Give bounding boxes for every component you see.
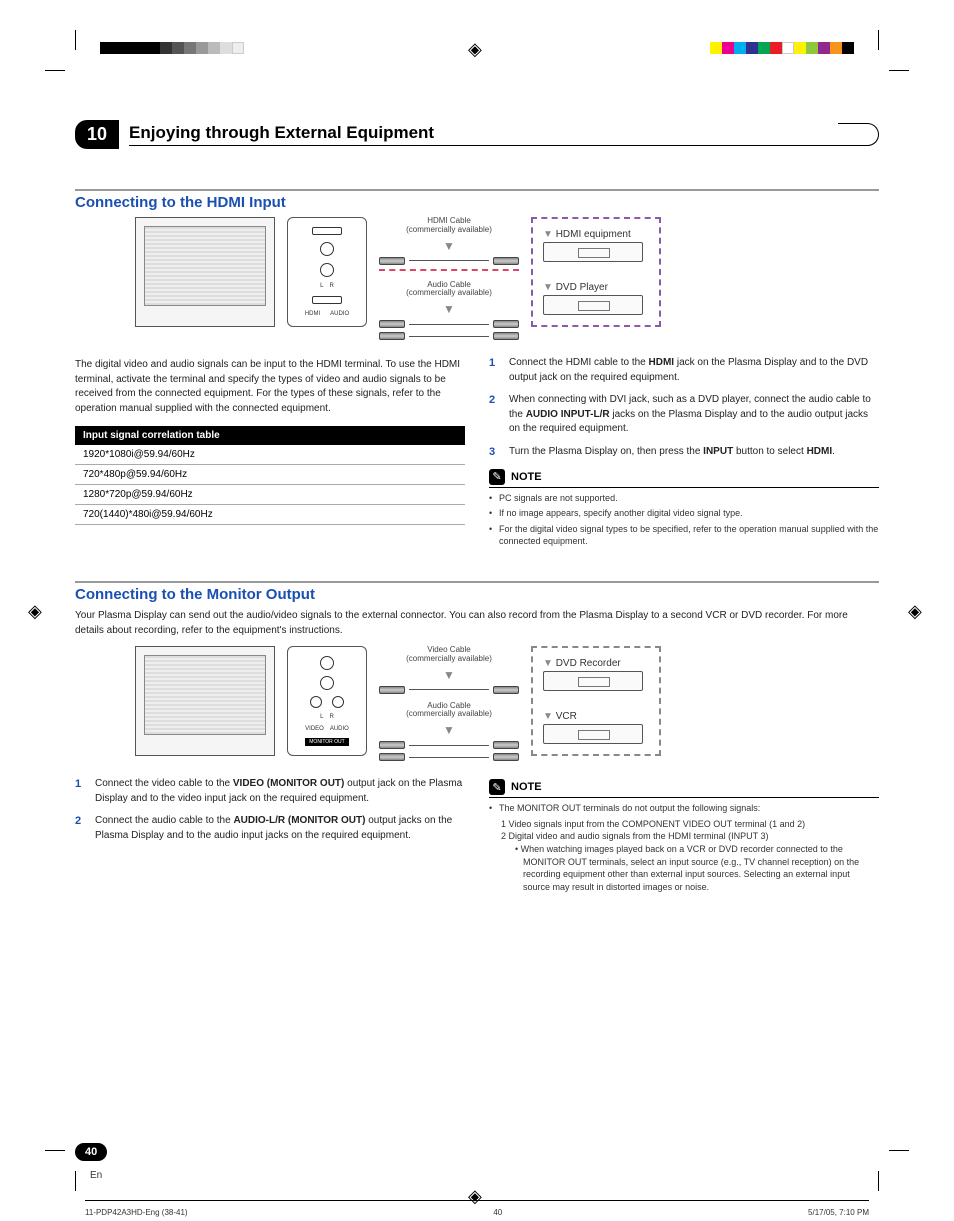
port-label-l: L	[320, 714, 323, 720]
chapter-number-badge: 10	[75, 120, 119, 149]
table-header: Input signal correlation table	[75, 426, 465, 445]
hdmi-steps-list: 1Connect the HDMI cable to the HDMI jack…	[489, 356, 879, 460]
note-rule	[489, 487, 879, 488]
cable-sublabel: (commercially available)	[406, 288, 492, 297]
crop-mark	[889, 1150, 909, 1151]
table-row: 1280*720p@59.94/60Hz	[75, 485, 465, 505]
cable-sublabel: (commercially available)	[406, 225, 492, 234]
device-label: VCR	[556, 711, 577, 722]
cable-label: HDMI Cable	[427, 216, 471, 225]
device-label: HDMI equipment	[556, 229, 631, 240]
port-label-audio: AUDIO	[330, 311, 349, 317]
note-item: PC signals are not supported.	[489, 492, 879, 505]
port-label-l: L	[320, 283, 323, 289]
step-item: 1Connect the HDMI cable to the HDMI jack…	[489, 356, 879, 385]
monitor-intro-paragraph: Your Plasma Display can send out the aud…	[75, 609, 879, 638]
section-heading-hdmi: Connecting to the HDMI Input	[75, 189, 879, 211]
step-item: 3Turn the Plasma Display on, then press …	[489, 445, 879, 461]
note-label: NOTE	[511, 471, 542, 483]
down-arrow-icon: ▼	[379, 723, 519, 737]
note-subitem: 1 Video signals input from the COMPONENT…	[489, 818, 879, 831]
table-row: 720(1440)*480i@59.94/60Hz	[75, 505, 465, 525]
device-label: DVD Player	[556, 282, 608, 293]
device-label: DVD Recorder	[556, 658, 621, 669]
step-item: 1Connect the video cable to the VIDEO (M…	[75, 777, 465, 806]
cable-label: Audio Cable	[427, 280, 471, 289]
port-label-video: VIDEO	[305, 726, 324, 732]
tv-rear-panel-illustration	[135, 217, 275, 327]
monitor-cable-column: Video Cable(commercially available) ▼ Au…	[379, 646, 519, 761]
cable-label: Audio Cable	[427, 701, 471, 710]
down-arrow-icon: ▼	[543, 229, 553, 240]
port-label-hdmi: HDMI	[305, 311, 320, 317]
monitor-note-list: The MONITOR OUT terminals do not output …	[489, 802, 879, 815]
cable-sublabel: (commercially available)	[406, 709, 492, 718]
step-number: 1	[75, 777, 87, 806]
down-arrow-icon: ▼	[379, 239, 519, 253]
note-item: For the digital video signal types to be…	[489, 523, 879, 548]
step-number: 2	[489, 393, 501, 437]
cable-sublabel: (commercially available)	[406, 654, 492, 663]
section-heading-monitor: Connecting to the Monitor Output	[75, 581, 879, 603]
note-header: ✎ NOTE	[489, 779, 879, 795]
hdmi-cable-column: HDMI Cable(commercially available) ▼ Aud…	[379, 217, 519, 340]
crop-mark	[45, 1150, 65, 1151]
cable-label: Video Cable	[427, 645, 470, 654]
signal-correlation-table: Input signal correlation table 1920*1080…	[75, 426, 465, 525]
step-number: 2	[75, 814, 87, 843]
monitor-devices-box: ▼ DVD Recorder ▼ VCR	[531, 646, 661, 756]
hdmi-devices-box: ▼ HDMI equipment ▼ DVD Player	[531, 217, 661, 327]
port-label-audio: AUDIO	[330, 726, 349, 732]
down-arrow-icon: ▼	[379, 668, 519, 682]
hdmi-intro-paragraph: The digital video and audio signals can …	[75, 358, 465, 416]
port-label-r: R	[330, 283, 334, 289]
hdmi-port-panel: L R HDMI AUDIO	[287, 217, 367, 327]
hdmi-diagram: L R HDMI AUDIO HDMI Cable(commercially a…	[135, 217, 879, 340]
note-label: NOTE	[511, 781, 542, 793]
registration-bottom-icon	[468, 1187, 486, 1205]
crop-mark	[878, 1171, 879, 1191]
monitor-steps-list: 1Connect the video cable to the VIDEO (M…	[75, 777, 465, 843]
page-number-badge: 40	[75, 1143, 107, 1161]
footer-page: 40	[493, 1208, 502, 1217]
hdmi-note-list: PC signals are not supported. If no imag…	[489, 492, 879, 548]
crop-mark	[75, 1171, 76, 1191]
down-arrow-icon: ▼	[543, 711, 553, 722]
footer-info: 11-PDP42A3HD-Eng (38-41) 40 5/17/05, 7:1…	[85, 1208, 869, 1217]
step-item: 2When connecting with DVI jack, such as …	[489, 393, 879, 437]
table-row: 720*480p@59.94/60Hz	[75, 465, 465, 485]
chapter-title: Enjoying through External Equipment	[129, 123, 879, 146]
note-rule	[489, 797, 879, 798]
port-label-r: R	[330, 714, 334, 720]
down-arrow-icon: ▼	[543, 282, 553, 293]
monitor-port-panel: L R VIDEO AUDIO MONITOR OUT	[287, 646, 367, 756]
note-header: ✎ NOTE	[489, 469, 879, 485]
footer-filename: 11-PDP42A3HD-Eng (38-41)	[85, 1208, 188, 1217]
pencil-icon: ✎	[489, 779, 505, 795]
port-label-monitor-out: MONITOR OUT	[305, 738, 348, 746]
chapter-header: 10 Enjoying through External Equipment	[75, 120, 879, 149]
page-language: En	[90, 1170, 102, 1181]
step-number: 3	[489, 445, 501, 461]
down-arrow-icon: ▼	[379, 302, 519, 316]
note-item: The MONITOR OUT terminals do not output …	[489, 802, 879, 815]
note-item: If no image appears, specify another dig…	[489, 507, 879, 520]
tv-rear-panel-illustration	[135, 646, 275, 756]
table-row: 1920*1080i@59.94/60Hz	[75, 445, 465, 465]
note-sub-bullet: • When watching images played back on a …	[489, 843, 879, 893]
pencil-icon: ✎	[489, 469, 505, 485]
down-arrow-icon: ▼	[543, 658, 553, 669]
step-item: 2Connect the audio cable to the AUDIO-L/…	[75, 814, 465, 843]
footer-date: 5/17/05, 7:10 PM	[808, 1208, 869, 1217]
note-subitem: 2 Digital video and audio signals from t…	[489, 830, 879, 843]
step-number: 1	[489, 356, 501, 385]
footer-rule	[85, 1200, 869, 1201]
monitor-diagram: L R VIDEO AUDIO MONITOR OUT Video Cable(…	[135, 646, 879, 761]
